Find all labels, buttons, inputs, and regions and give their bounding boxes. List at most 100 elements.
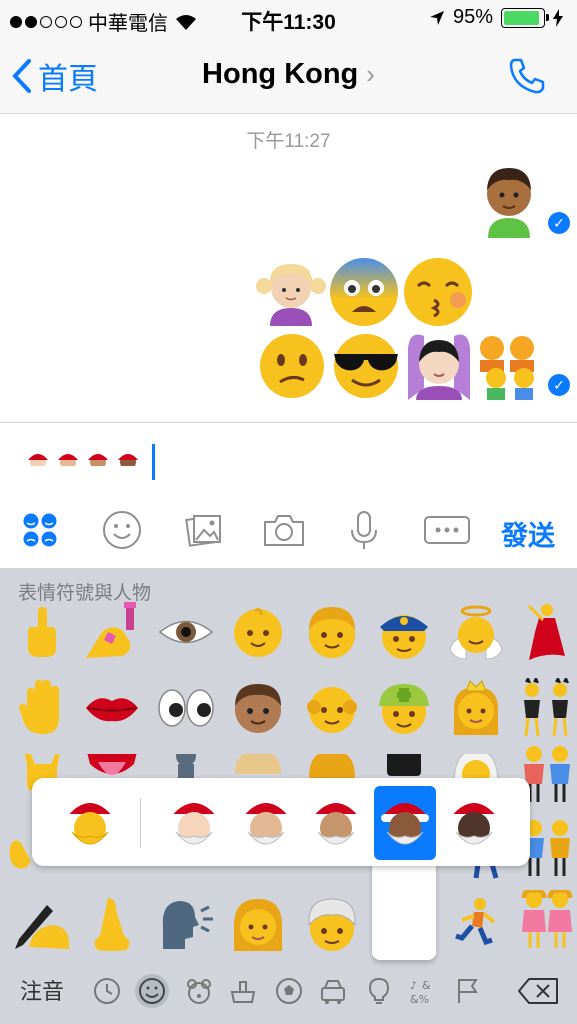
two-women-emoji-key[interactable]: [518, 890, 576, 950]
battery-icon: [501, 7, 549, 28]
objects-category-tab[interactable]: [362, 974, 396, 1008]
soccer-ball-icon: [276, 978, 302, 1004]
man-emoji-key[interactable]: [302, 602, 362, 662]
microphone-button[interactable]: [342, 508, 386, 552]
activity-category-tab[interactable]: [272, 974, 306, 1008]
camera-button[interactable]: [262, 508, 306, 552]
confused-face-emoji: [258, 332, 326, 400]
construction-worker-emoji-key[interactable]: [374, 678, 434, 738]
woman-blond-emoji-key[interactable]: [228, 894, 288, 954]
santa-medium-light-option[interactable]: [238, 794, 294, 850]
runner-emoji-key[interactable]: [446, 894, 506, 954]
status-bar: 中華電信 下午11:30 95%: [0, 0, 577, 38]
santa-dark-option[interactable]: [446, 794, 502, 850]
food-icon: [230, 981, 256, 1003]
more-button[interactable]: [424, 508, 470, 552]
baby-emoji-key[interactable]: [228, 602, 288, 662]
dancer-emoji-key[interactable]: [518, 602, 574, 662]
text-cursor: [152, 444, 155, 480]
santa-emoji: [28, 454, 48, 472]
photo-button[interactable]: [182, 508, 226, 552]
input-mode-button[interactable]: 注音: [20, 974, 64, 1006]
more-icon: [424, 516, 470, 544]
chevron-right-icon: ›: [366, 59, 375, 89]
older-man-emoji-key[interactable]: [302, 678, 362, 738]
police-officer-emoji-key[interactable]: [374, 602, 434, 662]
message-timestamp: 下午11:27: [246, 131, 331, 152]
svg-text:&%: &%: [410, 993, 429, 1006]
sunglasses-face-emoji: [330, 332, 402, 400]
battery-percent: 95%: [452, 6, 493, 28]
animals-category-tab[interactable]: [182, 974, 216, 1008]
svg-text:♪: ♪: [410, 979, 417, 992]
girl-emoji: [256, 256, 326, 326]
delete-button[interactable]: [516, 974, 560, 1008]
eye-emoji-key[interactable]: [156, 602, 216, 662]
photo-icon: [185, 515, 221, 547]
compose-toolbar: 發送: [0, 500, 577, 560]
nose-emoji-key[interactable]: [82, 894, 142, 954]
kissing-face-emoji: [402, 256, 474, 328]
flags-category-tab[interactable]: [450, 974, 484, 1008]
santa-medium-dark-option[interactable]: [377, 794, 433, 850]
writing-hand-emoji-key[interactable]: [12, 894, 72, 954]
bear-icon: [187, 979, 211, 1004]
smileys-category-tab[interactable]: [135, 974, 169, 1008]
delivered-check-icon: ✓: [548, 212, 570, 234]
santa-emoji: [88, 454, 108, 472]
backspace-icon: [518, 978, 558, 1004]
nail-polish-emoji-key[interactable]: [82, 602, 142, 662]
clock-icon: [94, 978, 120, 1004]
phone-icon: [509, 58, 545, 94]
family-emoji: [474, 330, 542, 400]
santa-emoji: [58, 454, 78, 472]
tone-separator: [140, 798, 141, 848]
stickers-button[interactable]: [18, 508, 62, 552]
lightbulb-icon: [368, 977, 390, 1004]
chat-divider: [0, 422, 577, 423]
woman-ok-gesture-emoji: [404, 328, 474, 400]
santa-emoji: [118, 454, 138, 472]
nav-bar: 首頁 Hong Kong ›: [0, 38, 577, 114]
send-button[interactable]: 發送: [501, 514, 555, 553]
skin-tone-picker: [32, 778, 530, 866]
middle-finger-emoji-key[interactable]: [12, 602, 72, 662]
car-icon: [321, 980, 345, 1004]
lips-emoji-key[interactable]: [82, 678, 142, 738]
boy-emoji-key[interactable]: [228, 678, 288, 738]
emoji-button[interactable]: [100, 508, 144, 552]
food-category-tab[interactable]: [226, 974, 260, 1008]
travel-category-tab[interactable]: [316, 974, 350, 1008]
smiley-icon: [139, 978, 165, 1004]
santa-default-option[interactable]: [62, 794, 118, 850]
speaking-head-emoji-key[interactable]: [156, 894, 216, 954]
symbols-category-tab[interactable]: ♪ & &%: [406, 974, 440, 1008]
santa-light-option[interactable]: [166, 794, 222, 850]
eyes-emoji-key[interactable]: [156, 678, 216, 738]
charging-icon: [553, 8, 563, 27]
call-button[interactable]: [507, 56, 547, 101]
symbols-icon: ♪ &&%: [410, 979, 431, 1006]
keyboard-section-label: 表情符號與人物: [18, 583, 152, 604]
princess-emoji-key[interactable]: [446, 678, 506, 738]
skin-tone-popup-tail: [372, 860, 436, 960]
recent-category-tab[interactable]: [90, 974, 124, 1008]
camera-icon: [264, 515, 304, 546]
microphone-icon: [351, 511, 377, 549]
stickers-icon: [23, 513, 57, 547]
svg-text:&: &: [422, 979, 431, 992]
boy-emoji-message[interactable]: [478, 162, 540, 238]
raised-hand-emoji-key[interactable]: [12, 678, 72, 738]
santa-medium-option[interactable]: [308, 794, 364, 850]
fearful-face-emoji: [328, 256, 400, 328]
conversation-title[interactable]: Hong Kong ›: [0, 58, 577, 91]
delivered-check-icon: ✓: [548, 374, 570, 396]
message-input[interactable]: [26, 444, 155, 480]
dancers-emoji-key[interactable]: [518, 678, 576, 738]
angel-emoji-key[interactable]: [446, 602, 506, 662]
title-text: Hong Kong: [202, 58, 359, 90]
man-turban-emoji-key[interactable]: [302, 894, 362, 954]
location-icon: [429, 10, 444, 25]
keyboard-category-bar: 注音 ♪ & &%: [0, 958, 577, 1024]
flag-icon: [458, 979, 478, 1003]
